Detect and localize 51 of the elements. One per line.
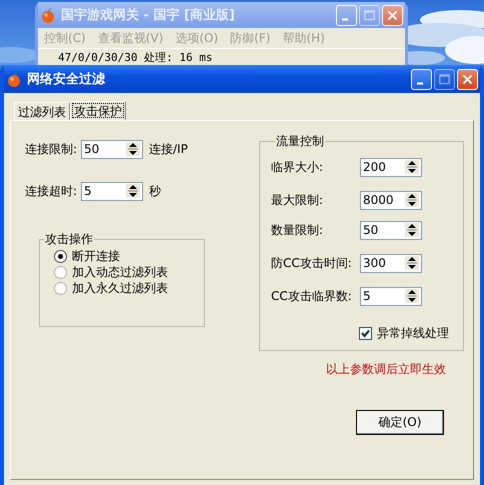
ok-button[interactable]: 确定(O) — [356, 410, 444, 435]
number-field[interactable]: 200 — [360, 158, 422, 176]
field-label: CC攻击临界数: — [271, 288, 353, 304]
field-label: 临界大小: — [271, 158, 324, 176]
number-field[interactable]: 50 — [360, 220, 422, 240]
tab[interactable]: 过滤列表 — [14, 102, 70, 120]
checkbox[interactable] — [359, 327, 372, 340]
spinner-icon — [404, 192, 420, 208]
close-icon — [386, 8, 399, 22]
apple-icon — [40, 7, 56, 23]
unit-label: 秒 — [149, 182, 161, 200]
number-field[interactable]: 50 — [81, 140, 143, 158]
radio-label: 加入动态过滤列表 — [72, 264, 168, 280]
close-icon — [461, 72, 474, 86]
minimize-icon — [342, 18, 348, 20]
maximize-icon — [363, 8, 376, 22]
checkbox-label: 异常掉线处理 — [377, 325, 449, 342]
radio-label: 断开连接 — [72, 248, 120, 264]
radio-label: 加入永久过滤列表 — [72, 280, 168, 296]
radio-button[interactable] — [54, 266, 67, 278]
maximize-icon — [438, 72, 451, 86]
status-text: 47/0/0/30/30 处理: 16 ms — [57, 50, 214, 66]
spinner-icon — [404, 288, 420, 304]
spinner-icon — [404, 222, 420, 238]
group-title: 攻击操作 — [44, 231, 94, 248]
window-title: 网络安全过滤 — [27, 70, 106, 88]
field-label: 防CC攻击时间: — [271, 254, 353, 272]
spinner-icon — [125, 183, 141, 199]
maximize-button[interactable] — [434, 68, 455, 90]
apple-icon — [6, 71, 22, 87]
field-label: 数量限制: — [271, 222, 324, 238]
field-label: 连接限制: — [25, 140, 78, 158]
spinner-icon — [404, 159, 420, 175]
group-title: 流量控制 — [275, 133, 325, 150]
window-title: 国宇游戏网关 - 国宇 [商业版] — [61, 6, 236, 24]
notice-text: 以上参数调后立即生效 — [325, 361, 446, 378]
radio-button[interactable] — [54, 250, 67, 262]
spinner-icon — [125, 141, 141, 157]
field-label: 最大限制: — [271, 192, 324, 208]
spinner-icon — [404, 255, 420, 271]
close-button[interactable] — [457, 68, 478, 90]
unit-label: 连接/IP — [149, 140, 188, 158]
number-field[interactable]: 8000 — [360, 190, 422, 210]
number-field[interactable]: 5 — [81, 182, 143, 200]
number-field[interactable]: 5 — [360, 286, 422, 306]
minimize-button[interactable] — [411, 68, 432, 90]
number-field[interactable]: 300 — [360, 254, 422, 272]
radio-button[interactable] — [54, 282, 67, 294]
tab[interactable]: 攻击保护 — [70, 101, 126, 120]
minimize-icon — [416, 82, 422, 84]
field-label: 连接超时: — [25, 182, 78, 200]
